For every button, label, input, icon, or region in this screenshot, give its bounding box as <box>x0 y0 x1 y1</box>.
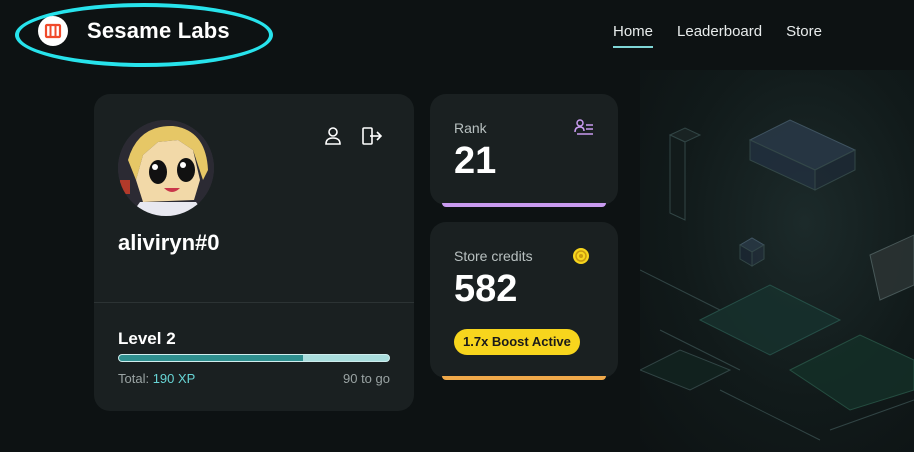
divider <box>94 302 414 303</box>
profile-card: aliviryn#0 Level 2 Total: 190 XP 90 to g… <box>94 94 414 411</box>
rank-card[interactable]: Rank 21 <box>430 94 618 207</box>
rank-value: 21 <box>454 140 497 182</box>
avatar <box>118 120 214 216</box>
brand[interactable]: Sesame Labs <box>38 16 230 46</box>
background-art <box>640 70 914 452</box>
top-nav-bar: Sesame Labs Home Leaderboard Store <box>0 0 914 70</box>
main-nav: Home Leaderboard Store <box>613 23 822 48</box>
brand-name: Sesame Labs <box>87 18 230 43</box>
total-xp: Total: 190 XP <box>118 371 195 386</box>
total-xp-value: 190 XP <box>152 371 196 386</box>
coin-icon <box>572 247 592 267</box>
credits-accent-bar <box>442 376 606 380</box>
nav-store[interactable]: Store <box>786 23 822 48</box>
sesame-logo-icon <box>38 16 68 46</box>
profile-icon[interactable] <box>321 124 345 148</box>
xp-to-go: 90 to go <box>343 371 390 386</box>
nav-leaderboard[interactable]: Leaderboard <box>677 23 762 48</box>
credits-label: Store credits <box>454 248 533 264</box>
rank-label: Rank <box>454 120 487 136</box>
store-credits-card[interactable]: Store credits 582 1.7x Boost Active <box>430 222 618 380</box>
credits-value: 582 <box>454 268 518 310</box>
users-list-icon <box>574 118 594 138</box>
level-label: Level 2 <box>118 329 176 348</box>
rank-accent-bar <box>442 203 606 207</box>
total-label: Total: <box>118 371 153 386</box>
nav-home[interactable]: Home <box>613 23 654 48</box>
xp-progress-bar <box>118 354 390 362</box>
logout-icon[interactable] <box>360 124 384 148</box>
boost-badge: 1.7x Boost Active <box>454 329 580 355</box>
username: aliviryn#0 <box>118 230 220 255</box>
xp-progress-fill <box>119 355 303 361</box>
